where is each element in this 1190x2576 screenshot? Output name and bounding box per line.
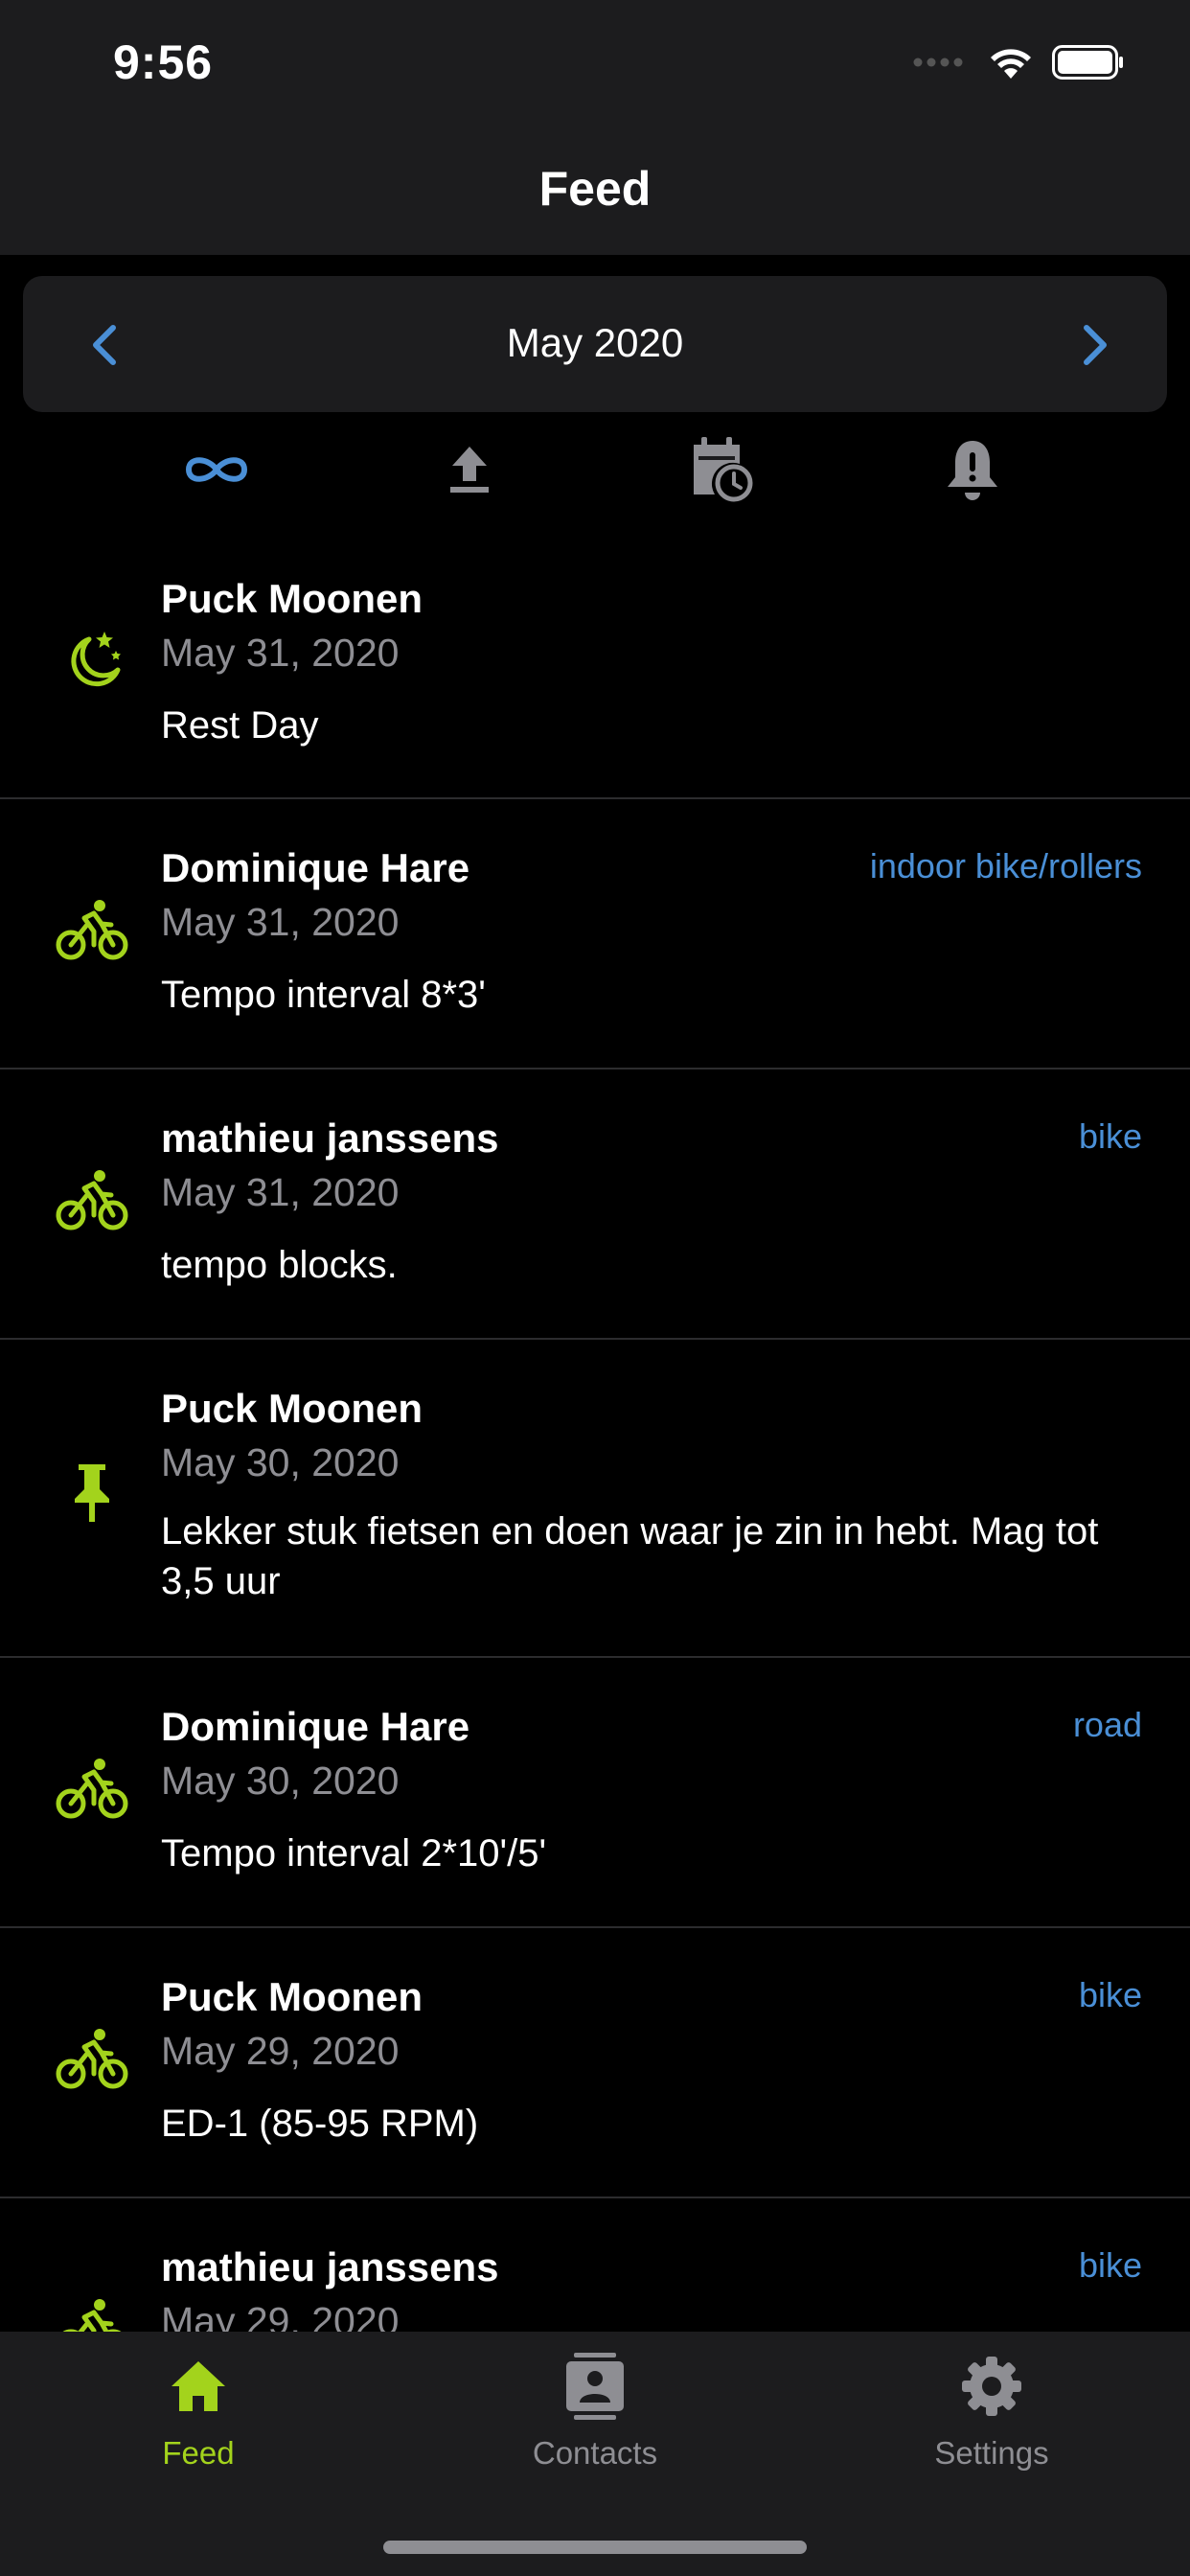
athlete-name: Puck Moonen — [161, 1974, 423, 2019]
navigation-bar: Feed — [0, 126, 1190, 255]
workout-date: May 30, 2020 — [161, 1759, 400, 1803]
tab-feed[interactable]: Feed — [0, 2332, 397, 2495]
filter-planned-button[interactable] — [678, 429, 765, 510]
sport-type-label: bike — [1078, 1116, 1142, 1156]
filter-row — [0, 422, 1190, 518]
workout-date: May 29, 2020 — [161, 2299, 400, 2332]
workout-title: Rest Day — [161, 704, 319, 747]
tab-contacts-label: Contacts — [532, 2435, 658, 2471]
feed-item[interactable]: Dominique Hare May 30, 2020 Tempo interv… — [0, 1658, 1190, 1928]
workout-title: Tempo interval 8*3' — [161, 974, 486, 1016]
workout-date: May 30, 2020 — [161, 1440, 400, 1484]
battery-icon — [1052, 45, 1123, 80]
gear-icon — [793, 2343, 1190, 2429]
workout-title: ED-1 (85-95 RPM) — [161, 2103, 479, 2145]
feed-list: Puck Moonen May 31, 2020 Rest Day Domini… — [0, 530, 1190, 2332]
tab-settings[interactable]: Settings — [793, 2332, 1190, 2495]
athlete-name: Puck Moonen — [161, 1386, 423, 1431]
sport-type-label: bike — [1078, 2245, 1142, 2285]
moon-stars-icon — [54, 623, 130, 700]
home-indicator — [383, 2541, 807, 2554]
feed-item[interactable]: Puck Moonen May 29, 2020 ED-1 (85-95 RPM… — [0, 1928, 1190, 2198]
filter-upload-button[interactable] — [426, 429, 513, 510]
bell-alert-icon — [948, 441, 997, 500]
sport-type-label: bike — [1078, 1975, 1142, 2014]
filter-alerts-button[interactable] — [929, 429, 1016, 510]
workout-date: May 31, 2020 — [161, 1170, 400, 1214]
tab-settings-label: Settings — [934, 2435, 1049, 2471]
workout-date: May 31, 2020 — [161, 900, 400, 944]
infinity-icon — [185, 457, 248, 482]
tab-bar: Feed Contacts Settings — [0, 2332, 1190, 2576]
bike-icon — [54, 892, 130, 969]
workout-title: tempo blocks. — [161, 1244, 398, 1286]
feed-item[interactable]: Puck Moonen May 31, 2020 Rest Day — [0, 530, 1190, 799]
contacts-icon — [397, 2343, 793, 2429]
workout-title: Lekker stuk fietsen en doen waar je zin … — [161, 1510, 1099, 1602]
feed-item[interactable]: Puck Moonen May 30, 2020 Lekker stuk fie… — [0, 1340, 1190, 1658]
athlete-name: Puck Moonen — [161, 576, 423, 621]
filter-all-button[interactable] — [173, 429, 260, 510]
pin-icon — [54, 1455, 130, 1531]
workout-date: May 29, 2020 — [161, 2029, 400, 2073]
month-selector: May 2020 — [23, 276, 1167, 412]
calendar-clock-icon — [694, 437, 753, 502]
tab-feed-label: Feed — [162, 2435, 235, 2471]
athlete-name: mathieu janssens — [161, 2244, 499, 2289]
bike-icon — [54, 1162, 130, 1239]
next-month-button[interactable] — [1071, 316, 1119, 374]
sport-type-label: road — [1072, 1705, 1142, 1744]
workout-date: May 31, 2020 — [161, 631, 400, 675]
athlete-name: mathieu janssens — [161, 1116, 499, 1161]
feed-item[interactable]: mathieu janssens May 31, 2020 tempo bloc… — [0, 1070, 1190, 1340]
bike-icon — [54, 2291, 130, 2332]
athlete-name: Dominique Hare — [161, 1704, 470, 1749]
status-time: 9:56 — [113, 35, 214, 89]
athlete-name: Dominique Hare — [161, 845, 470, 890]
home-icon — [0, 2343, 397, 2429]
chevron-right-icon — [1084, 325, 1107, 365]
upload-icon — [450, 447, 489, 493]
bike-icon — [54, 1751, 130, 1828]
bike-icon — [54, 2021, 130, 2098]
feed-item[interactable]: mathieu janssens May 29, 2020 bike — [0, 2198, 1190, 2332]
page-title: Feed — [538, 162, 652, 216]
tab-contacts[interactable]: Contacts — [397, 2332, 793, 2495]
wifi-icon — [991, 49, 1031, 79]
sport-type-label: indoor bike/rollers — [869, 846, 1142, 886]
status-icons — [912, 44, 1125, 80]
signal-icon — [913, 58, 963, 67]
status-bar: 9:56 — [0, 0, 1190, 126]
workout-title: Tempo interval 2*10'/5' — [161, 1832, 547, 1874]
month-label: May 2020 — [506, 320, 684, 365]
feed-item[interactable]: Dominique Hare May 31, 2020 Tempo interv… — [0, 799, 1190, 1070]
